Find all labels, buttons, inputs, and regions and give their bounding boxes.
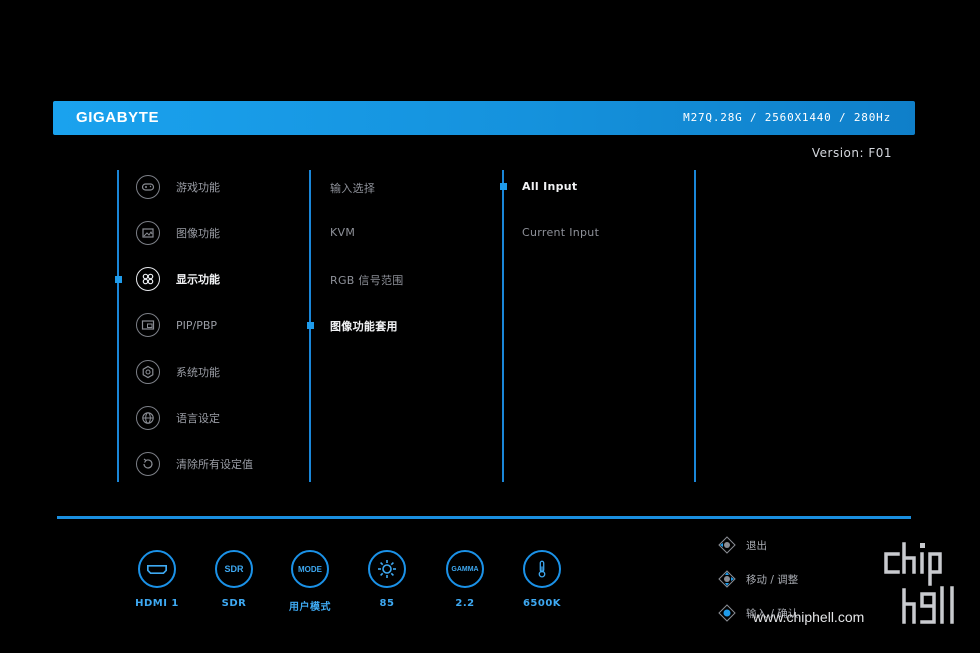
brand-logo: GIGABYTE — [76, 109, 160, 126]
status-label: 6500K — [522, 598, 562, 609]
menu-item-game[interactable]: 游戏功能 — [136, 173, 220, 201]
status-color-temp: 6500K — [512, 550, 572, 609]
status-label: 2.2 — [455, 598, 475, 609]
menu-item-label: 系统功能 — [176, 366, 220, 379]
system-gear-icon — [136, 360, 160, 384]
joystick-move-icon — [718, 570, 736, 588]
key-hint-move: 移动 / 调整 — [718, 570, 798, 588]
watermark-text: www.chiphell.com — [753, 609, 865, 625]
status-mode: MODE 用户模式 — [280, 550, 340, 613]
status-label: HDMI 1 — [135, 598, 179, 609]
gamma-icon: GAMMA — [446, 550, 484, 588]
gamepad-icon — [136, 175, 160, 199]
submenu-item-picture-apply[interactable]: 图像功能套用 — [330, 318, 398, 334]
submenu-item-kvm[interactable]: KVM — [330, 226, 355, 239]
status-gamma: GAMMA 2.2 — [435, 550, 495, 609]
menu-item-label: 游戏功能 — [176, 181, 220, 194]
model-info: M27Q.28G / 2560X1440 / 280Hz — [683, 111, 891, 124]
thermometer-icon — [523, 550, 561, 588]
picture-icon — [136, 221, 160, 245]
selection-marker — [115, 276, 122, 283]
watermark-logo — [884, 542, 954, 624]
status-brightness: 85 — [357, 550, 417, 609]
menu-item-label: 清除所有设定值 — [176, 458, 253, 471]
sdr-icon: SDR — [215, 550, 253, 588]
menu-item-display[interactable]: 显示功能 — [136, 265, 220, 293]
menu-item-picture[interactable]: 图像功能 — [136, 219, 220, 247]
submenu-item-rgb-range[interactable]: RGB 信号范围 — [330, 272, 404, 288]
selection-marker — [307, 322, 314, 329]
status-label: 用户模式 — [289, 602, 331, 613]
menu-item-system[interactable]: 系统功能 — [136, 358, 220, 386]
menu-item-reset[interactable]: 清除所有设定值 — [136, 450, 253, 478]
hdmi-icon — [138, 550, 176, 588]
globe-icon — [136, 406, 160, 430]
status-sdr: SDR SDR — [204, 550, 264, 609]
brightness-icon — [368, 550, 406, 588]
joystick-press-icon — [718, 604, 736, 622]
menu-item-pip-pbp[interactable]: PIP/PBP — [136, 311, 217, 339]
menu-item-label: 语言设定 — [176, 412, 220, 425]
display-grid-icon — [136, 267, 160, 291]
pip-icon — [136, 313, 160, 337]
status-label: SDR — [221, 598, 247, 609]
key-hint-label: 移动 / 调整 — [746, 573, 799, 586]
header-bar: GIGABYTE M27Q.28G / 2560X1440 / 280Hz — [53, 101, 915, 135]
reset-icon — [136, 452, 160, 476]
status-input: HDMI 1 — [127, 550, 187, 609]
option-current-input[interactable]: Current Input — [522, 226, 599, 239]
version-label: Version: F01 — [811, 146, 892, 160]
column-divider — [502, 170, 504, 482]
status-label: 85 — [379, 598, 395, 609]
mode-icon: MODE — [291, 550, 329, 588]
menu-item-label: PIP/PBP — [176, 318, 218, 332]
menu-item-label: 图像功能 — [176, 227, 220, 240]
key-hint-label: 退出 — [746, 539, 767, 552]
status-divider — [57, 516, 911, 519]
joystick-left-icon — [718, 536, 736, 554]
menu-item-language[interactable]: 语言设定 — [136, 404, 220, 432]
column-divider — [694, 170, 696, 482]
menu-item-label: 显示功能 — [176, 273, 220, 286]
selection-marker — [500, 183, 507, 190]
submenu-item-input-select[interactable]: 输入选择 — [330, 180, 375, 196]
option-all-input[interactable]: All Input — [522, 180, 577, 193]
column-divider — [117, 170, 119, 482]
key-hint-exit: 退出 — [718, 536, 767, 554]
